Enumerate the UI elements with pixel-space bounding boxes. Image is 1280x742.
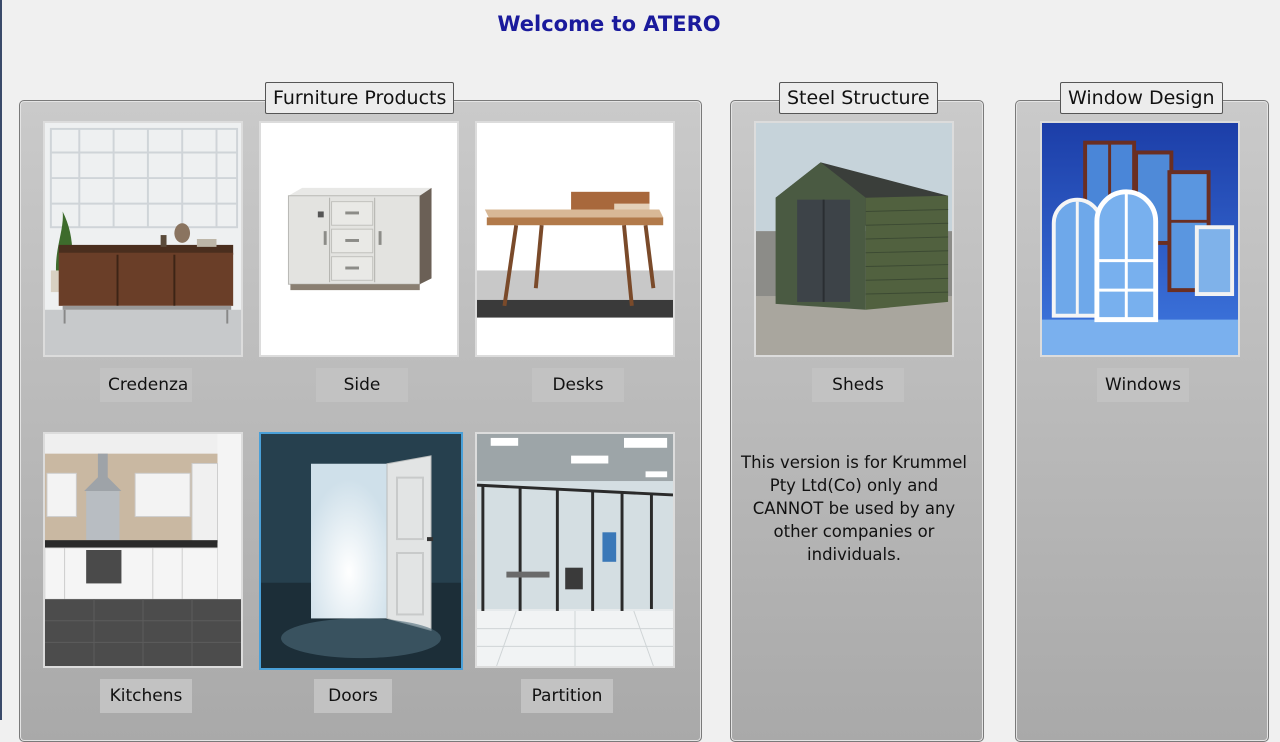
windows-label[interactable]: Windows: [1097, 368, 1189, 402]
window-design-legend: Window Design: [1060, 82, 1223, 114]
desks-tile[interactable]: [475, 121, 675, 357]
credenza-label[interactable]: Credenza: [100, 368, 192, 402]
desks-label[interactable]: Desks: [532, 368, 624, 402]
kitchens-label[interactable]: Kitchens: [100, 679, 192, 713]
steel-structure-legend: Steel Structure: [779, 82, 938, 114]
partition-image: [477, 434, 673, 666]
side-cabinet-image: [261, 123, 457, 355]
windows-image: [1042, 123, 1238, 355]
kitchens-tile[interactable]: [43, 432, 243, 668]
doors-label[interactable]: Doors: [314, 679, 392, 713]
window-left-edge: [0, 0, 2, 720]
kitchen-image: [45, 434, 241, 666]
credenza-tile[interactable]: [43, 121, 243, 357]
sheds-tile[interactable]: [754, 121, 954, 357]
side-label[interactable]: Side: [316, 368, 408, 402]
partition-tile[interactable]: [475, 432, 675, 668]
windows-tile[interactable]: [1040, 121, 1240, 357]
door-image: [261, 434, 461, 668]
page-title: Welcome to ATERO: [497, 12, 721, 36]
license-notice: This version is for Krummel Pty Ltd(Co) …: [741, 453, 967, 564]
doors-tile[interactable]: [259, 432, 463, 670]
shed-image: [756, 123, 952, 355]
side-tile[interactable]: [259, 121, 459, 357]
furniture-products-legend: Furniture Products: [265, 82, 455, 114]
desk-image: [477, 123, 673, 355]
partition-label[interactable]: Partition: [521, 679, 613, 713]
sheds-label[interactable]: Sheds: [812, 368, 904, 402]
credenza-image: [45, 123, 241, 355]
